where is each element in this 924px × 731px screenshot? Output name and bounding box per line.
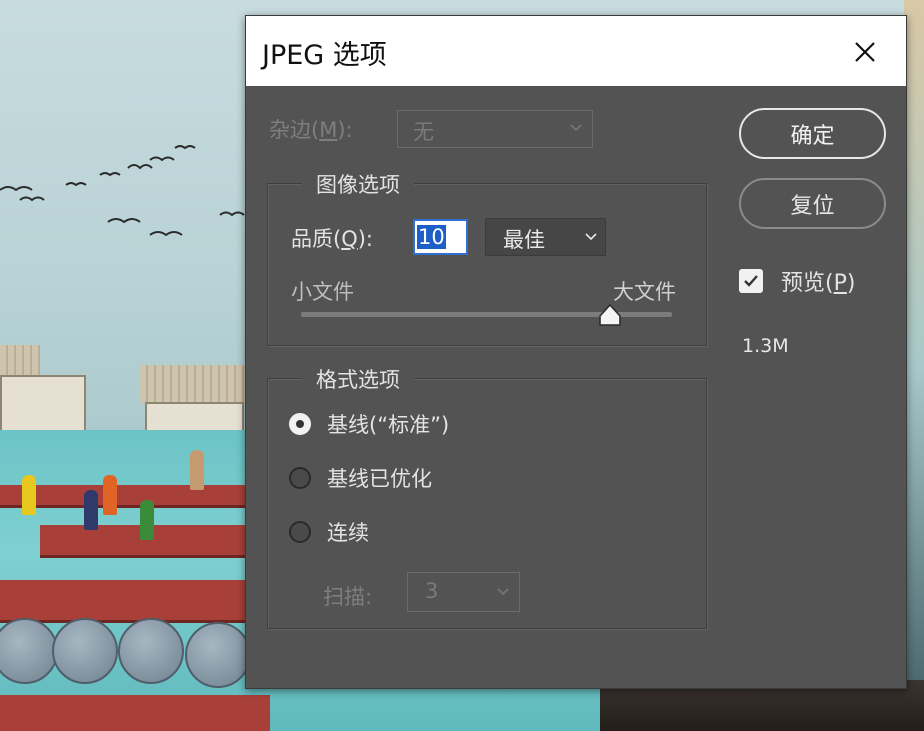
radio-label: 基线已优化 [327,467,432,491]
radio-label: 基线(“标准”) [327,413,450,437]
drum-float [118,618,184,684]
hut-roof [140,365,245,403]
quality-preset-select[interactable]: 最佳 [485,218,606,256]
image-options-group: 图像选项 品质(Q): 10 最佳 小文件 大文件 [267,169,707,346]
jpeg-options-dialog: JPEG 选项 杂边(M): 无 图像选项 品质(Q): 10 最佳 小文件 大… [245,15,907,689]
format-options-group: 格式选项 基线(“标准”) 基线已优化 连续 扫描: 3 [267,364,707,629]
quality-input[interactable]: 10 [413,219,468,255]
chevron-down-icon [585,233,597,241]
large-file-label: 大文件 [613,280,676,304]
child-figure [84,490,98,530]
preview-checkbox[interactable] [739,269,763,293]
close-icon [855,42,875,62]
checkmark-icon [744,275,758,287]
slider-thumb-icon[interactable] [598,303,622,327]
child-figure [190,450,204,490]
dock-platform [0,580,245,620]
dialog-title: JPEG 选项 [262,40,387,71]
matte-select[interactable]: 无 [397,110,593,148]
child-figure [140,500,154,540]
reset-button[interactable]: 复位 [739,178,886,229]
radio-button[interactable] [289,521,311,543]
scans-select[interactable]: 3 [407,572,520,612]
right-edge-scenery [904,0,924,731]
chevron-down-icon [570,124,582,132]
dialog-content: 杂边(M): 无 图像选项 品质(Q): 10 最佳 小文件 大文件 格式选项 [246,86,906,688]
radio-button[interactable] [289,467,311,489]
scans-label: 扫描: [323,585,373,609]
scans-select-value: 3 [425,579,439,603]
matte-select-value: 无 [413,120,434,144]
small-file-label: 小文件 [291,280,354,304]
close-button[interactable] [842,32,888,72]
preview-label: 预览(P) [781,271,856,296]
dock-platform [0,695,270,731]
dialog-titlebar: JPEG 选项 [246,16,906,86]
drum-float [52,618,118,684]
quality-preset-value: 最佳 [503,228,545,252]
dock-platform [0,485,245,505]
drum-float [185,622,251,688]
radio-baseline-optimized[interactable]: 基线已优化 [289,463,432,493]
hut-roof [0,345,40,375]
radio-label: 连续 [327,521,369,545]
image-options-legend: 图像选项 [302,169,414,199]
quality-label: 品质(Q): [291,227,374,251]
radio-button[interactable] [289,413,311,435]
radio-baseline-standard[interactable]: 基线(“标准”) [289,409,449,439]
format-options-legend: 格式选项 [302,364,414,394]
chevron-down-icon [497,588,509,596]
file-size-readout: 1.3M [742,335,789,357]
child-figure [103,475,117,515]
ok-button[interactable]: 确定 [739,108,886,159]
preview-toggle[interactable]: 预览(P) [739,265,855,297]
radio-progressive[interactable]: 连续 [289,517,369,547]
matte-label: 杂边(M): [269,118,353,142]
child-figure [22,475,36,515]
